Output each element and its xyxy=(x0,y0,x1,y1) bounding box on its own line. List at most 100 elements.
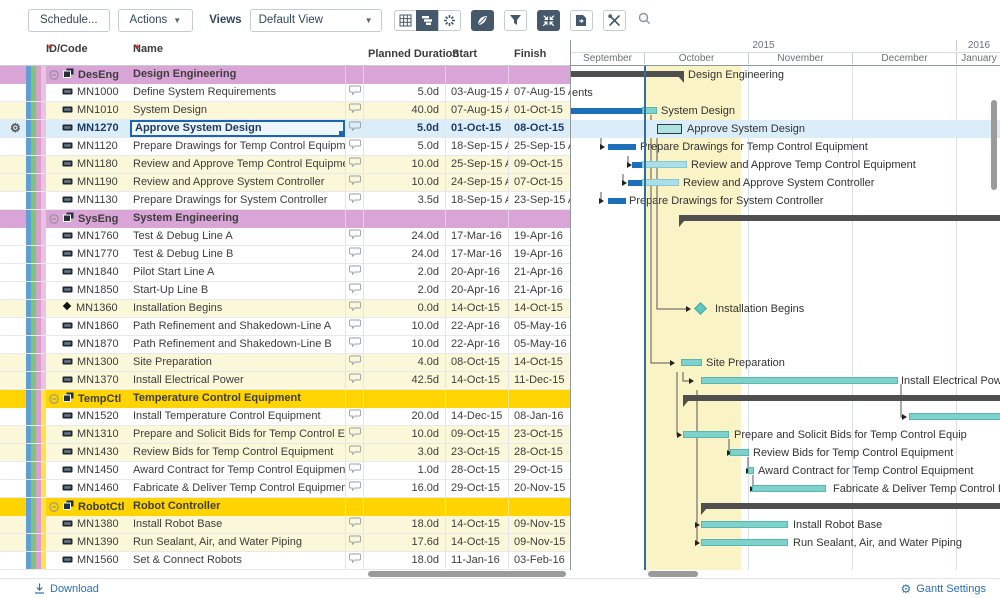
comment-cell[interactable] xyxy=(345,336,363,353)
start-cell[interactable]: 01-Oct-15 xyxy=(445,120,508,137)
gantt-bar[interactable] xyxy=(608,198,626,204)
comment-bubble-icon[interactable] xyxy=(349,264,361,281)
collapse-toggle-icon[interactable] xyxy=(49,394,59,404)
finish-cell[interactable]: 28-Oct-15 xyxy=(508,444,570,461)
id-cell[interactable]: MN1000 xyxy=(46,84,130,101)
finish-cell[interactable]: 23-Oct-15 xyxy=(508,426,570,443)
id-cell[interactable]: MN1870 xyxy=(46,336,130,353)
gantt-bar[interactable] xyxy=(657,124,682,134)
id-cell[interactable]: MN1190 xyxy=(46,174,130,191)
activity-row-MN1770[interactable]: MN1770Test & Debug Line B24.0d17-Mar-161… xyxy=(0,246,570,264)
finish-cell[interactable]: 05-May-16 xyxy=(508,318,570,335)
comment-cell[interactable] xyxy=(345,120,363,137)
gantt-row-MN1520[interactable] xyxy=(571,408,1000,426)
gantt-row-MN1310[interactable]: Prepare and Solicit Bids for Temp Contro… xyxy=(571,426,1000,444)
finish-cell[interactable]: 20-Nov-15 xyxy=(508,480,570,497)
start-cell[interactable]: 09-Oct-15 xyxy=(445,426,508,443)
name-cell[interactable]: Approve System Design xyxy=(130,120,345,137)
start-cell[interactable]: 23-Oct-15 xyxy=(445,444,508,461)
tools-icon[interactable] xyxy=(603,10,626,31)
comment-cell[interactable] xyxy=(345,156,363,173)
gantt-row-MN1370[interactable]: Install Electrical Pow xyxy=(571,372,1000,390)
comment-bubble-icon[interactable] xyxy=(349,228,361,245)
gantt-row-MN1390[interactable]: Run Sealant, Air, and Water Piping xyxy=(571,534,1000,552)
finish-cell[interactable]: 01-Oct-15 xyxy=(508,102,570,119)
name-cell[interactable]: Installation Begins xyxy=(130,300,345,317)
comment-cell[interactable] xyxy=(345,246,363,263)
grid-view-icon[interactable] xyxy=(394,10,417,31)
activity-row-MN1370[interactable]: MN1370Install Electrical Power42.5d14-Oc… xyxy=(0,372,570,390)
name-cell[interactable]: Start-Up Line B xyxy=(130,282,345,299)
gantt-bar[interactable] xyxy=(683,431,729,438)
comment-cell[interactable] xyxy=(345,174,363,191)
start-cell[interactable]: 22-Apr-16 xyxy=(445,318,508,335)
start-cell[interactable] xyxy=(445,390,508,408)
start-cell[interactable]: 18-Sep-15 A xyxy=(445,138,508,155)
id-cell[interactable]: DesEng xyxy=(46,66,130,84)
duration-cell[interactable]: 18.0d xyxy=(363,552,445,569)
duration-cell[interactable]: 3.5d xyxy=(363,192,445,209)
export-icon[interactable] xyxy=(570,10,593,31)
gantt-row-SysEng[interactable] xyxy=(571,210,1000,228)
name-cell[interactable]: Test & Debug Line B xyxy=(130,246,345,263)
id-cell[interactable]: MN1760 xyxy=(46,228,130,245)
name-cell[interactable]: Award Contract for Temp Control Equipmen… xyxy=(130,462,345,479)
gantt-row-TempCtl[interactable] xyxy=(571,390,1000,408)
duration-cell[interactable]: 2.0d xyxy=(363,264,445,281)
comment-cell[interactable] xyxy=(345,66,363,84)
gantt-row-MN1300[interactable]: Site Preparation xyxy=(571,354,1000,372)
gantt-row-MN1870[interactable] xyxy=(571,336,1000,354)
comment-bubble-icon[interactable] xyxy=(349,444,361,461)
id-cell[interactable]: MN1310 xyxy=(46,426,130,443)
finish-cell[interactable]: 14-Oct-15 xyxy=(508,354,570,371)
gantt-bar[interactable] xyxy=(683,395,1000,401)
name-cell[interactable]: Run Sealant, Air, and Water Piping xyxy=(130,534,345,551)
finish-cell[interactable] xyxy=(508,66,570,84)
milestone-diamond[interactable] xyxy=(694,302,707,315)
duration-cell[interactable] xyxy=(363,498,445,516)
finish-cell[interactable]: 07-Aug-15 A xyxy=(508,84,570,101)
name-cell[interactable]: Pilot Start Line A xyxy=(130,264,345,281)
name-cell[interactable]: System Design xyxy=(130,102,345,119)
comment-cell[interactable] xyxy=(345,228,363,245)
column-header-finish[interactable]: Finish xyxy=(514,48,546,60)
id-cell[interactable]: MN1840 xyxy=(46,264,130,281)
id-cell[interactable]: MN1180 xyxy=(46,156,130,173)
name-cell[interactable]: Install Electrical Power xyxy=(130,372,345,389)
name-cell[interactable]: Test & Debug Line A xyxy=(130,228,345,245)
collapse-toggle-icon[interactable] xyxy=(49,214,59,224)
collapse-toggle-icon[interactable] xyxy=(49,502,59,512)
comment-bubble-icon[interactable] xyxy=(349,282,361,299)
finish-cell[interactable]: 14-Oct-15 xyxy=(508,300,570,317)
id-cell[interactable]: MN1360 xyxy=(46,300,130,317)
comment-bubble-icon[interactable] xyxy=(349,300,361,317)
start-cell[interactable]: 22-Apr-16 xyxy=(445,336,508,353)
finish-cell[interactable]: 07-Oct-15 xyxy=(508,174,570,191)
comment-cell[interactable] xyxy=(345,534,363,551)
comment-cell[interactable] xyxy=(345,480,363,497)
finish-cell[interactable]: 19-Apr-16 xyxy=(508,246,570,263)
gantt-bar[interactable] xyxy=(701,377,898,384)
finish-cell[interactable]: 23-Sep-15 A xyxy=(508,192,570,209)
duration-cell[interactable]: 24.0d xyxy=(363,246,445,263)
start-cell[interactable]: 25-Sep-15 A xyxy=(445,156,508,173)
start-cell[interactable]: 08-Oct-15 xyxy=(445,354,508,371)
start-cell[interactable] xyxy=(445,210,508,228)
duration-cell[interactable] xyxy=(363,210,445,228)
search-icon[interactable] xyxy=(638,12,651,28)
gantt-row-MN1270[interactable]: Approve System Design xyxy=(571,120,1000,138)
gantt-row-MN1360[interactable]: Installation Begins xyxy=(571,300,1000,318)
comment-bubble-icon[interactable] xyxy=(349,138,361,155)
name-cell[interactable]: Set & Connect Robots xyxy=(130,552,345,569)
comment-bubble-icon[interactable] xyxy=(349,426,361,443)
comment-cell[interactable] xyxy=(345,426,363,443)
duration-cell[interactable]: 24.0d xyxy=(363,228,445,245)
comment-bubble-icon[interactable] xyxy=(349,120,361,137)
finish-cell[interactable]: 09-Oct-15 xyxy=(508,156,570,173)
activity-row-MN1380[interactable]: MN1380Install Robot Base18.0d14-Oct-1509… xyxy=(0,516,570,534)
comment-cell[interactable] xyxy=(345,318,363,335)
gantt-bar[interactable] xyxy=(909,413,1000,420)
comment-bubble-icon[interactable] xyxy=(349,318,361,335)
comment-cell[interactable] xyxy=(345,408,363,425)
group-row-SysEng[interactable]: SysEngSystem Engineering xyxy=(0,210,570,228)
